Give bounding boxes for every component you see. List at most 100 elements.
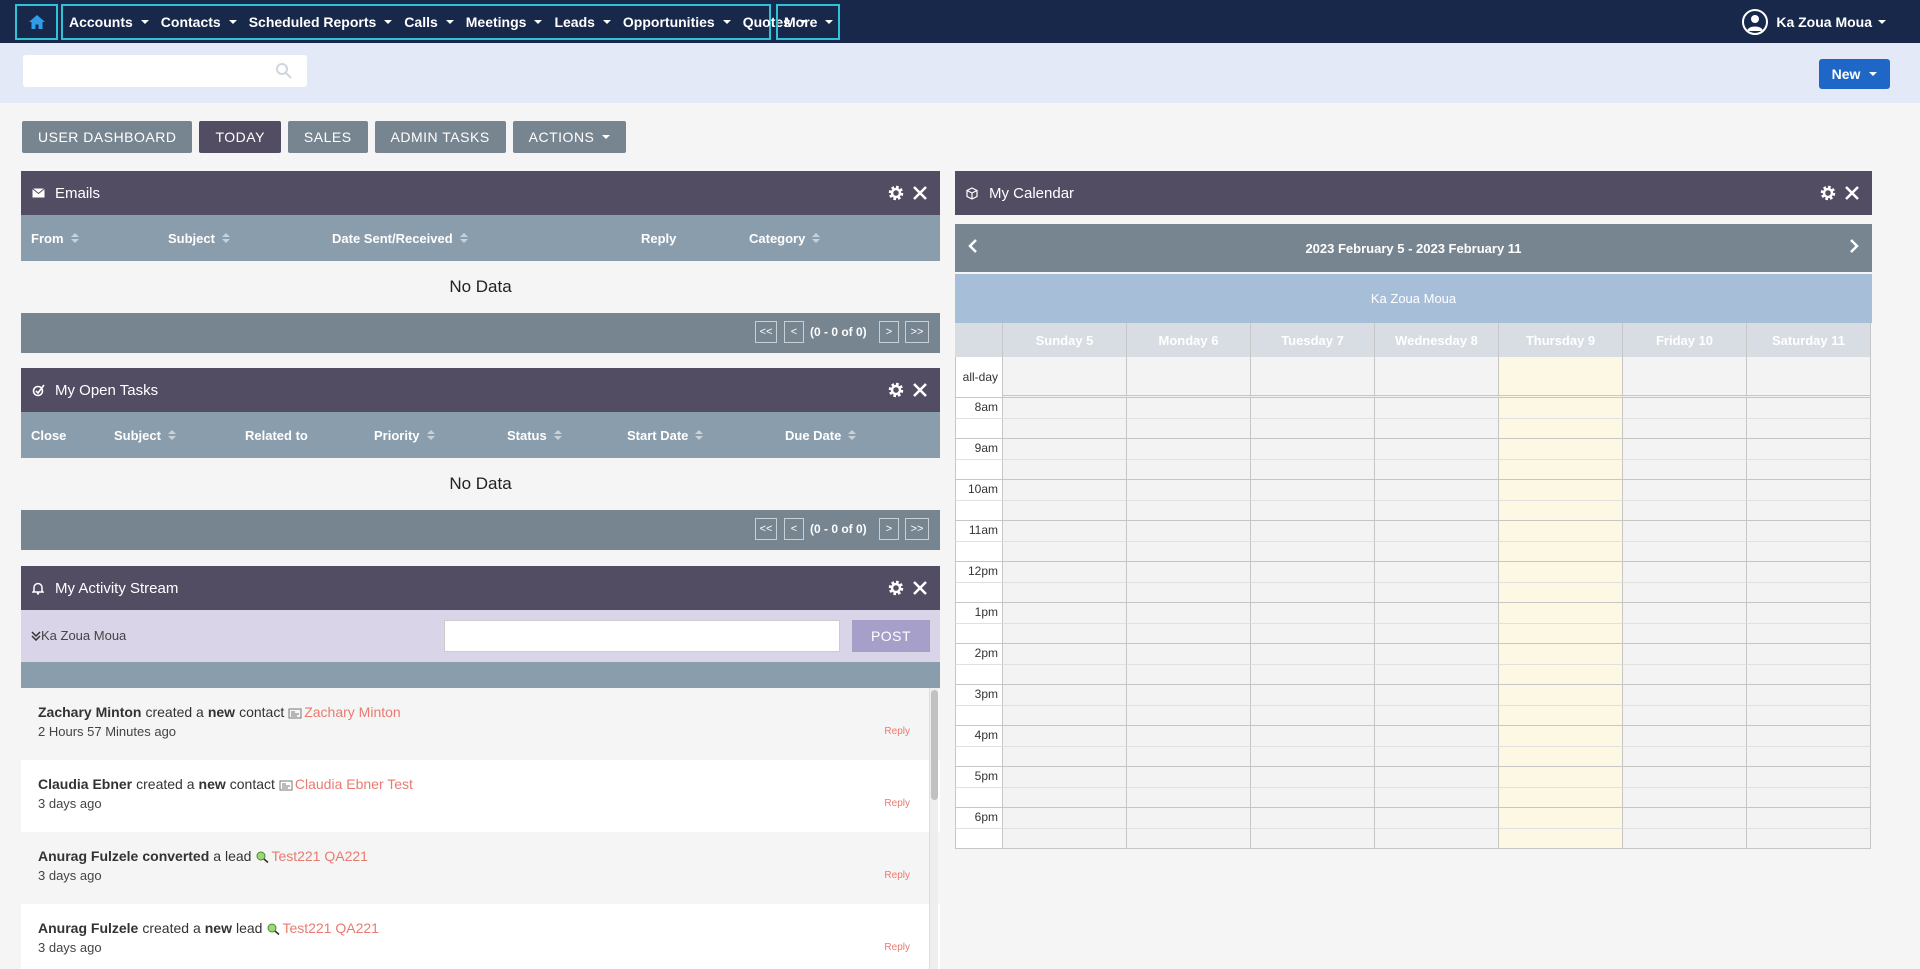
calendar-day-header[interactable]: Sunday 5 xyxy=(1003,323,1127,357)
calendar-slot[interactable] xyxy=(1623,603,1747,624)
calendar-slot[interactable] xyxy=(1499,828,1623,849)
calendar-slot[interactable] xyxy=(1003,459,1127,480)
calendar-slot[interactable] xyxy=(1251,623,1375,644)
calendar-slot[interactable] xyxy=(1747,459,1871,480)
calendar-day-header[interactable]: Thursday 9 xyxy=(1499,323,1623,357)
calendar-day-header[interactable]: Wednesday 8 xyxy=(1375,323,1499,357)
calendar-slot[interactable] xyxy=(1623,746,1747,767)
nav-item-meetings[interactable]: Meetings xyxy=(460,6,549,38)
calendar-slot[interactable] xyxy=(1003,500,1127,521)
calendar-slot[interactable] xyxy=(1375,664,1499,685)
calendar-slot[interactable] xyxy=(1499,767,1623,788)
activity-actor[interactable]: Claudia Ebner xyxy=(38,776,132,792)
calendar-slot[interactable] xyxy=(1747,582,1871,603)
new-record-button[interactable]: New xyxy=(1819,59,1890,89)
tab-admin-tasks[interactable]: ADMIN TASKS xyxy=(374,121,506,153)
column-category[interactable]: Category xyxy=(749,231,821,246)
calendar-allday-cell[interactable] xyxy=(1499,357,1623,398)
scrollbar-thumb[interactable] xyxy=(931,690,938,800)
calendar-slot[interactable] xyxy=(1127,480,1251,501)
next-page-button[interactable]: > xyxy=(879,518,899,540)
calendar-slot[interactable] xyxy=(1127,828,1251,849)
calendar-slot[interactable] xyxy=(1747,705,1871,726)
calendar-slot[interactable] xyxy=(1499,418,1623,439)
nav-item-leads[interactable]: Leads xyxy=(548,6,616,38)
calendar-slot[interactable] xyxy=(1127,664,1251,685)
calendar-allday-cell[interactable] xyxy=(1375,357,1499,398)
calendar-slot[interactable] xyxy=(1747,418,1871,439)
calendar-slot[interactable] xyxy=(1747,726,1871,747)
calendar-slot[interactable] xyxy=(1623,582,1747,603)
calendar-slot[interactable] xyxy=(1003,644,1127,665)
nav-item-contacts[interactable]: Contacts xyxy=(155,6,243,38)
calendar-next-button[interactable] xyxy=(1848,238,1860,257)
reply-link[interactable]: Reply xyxy=(884,726,910,737)
calendar-slot[interactable] xyxy=(1623,562,1747,583)
calendar-slot[interactable] xyxy=(1623,664,1747,685)
calendar-slot[interactable] xyxy=(1499,398,1623,419)
nav-item-opportunities[interactable]: Opportunities xyxy=(617,6,737,38)
calendar-slot[interactable] xyxy=(1375,644,1499,665)
calendar-slot[interactable] xyxy=(1251,541,1375,562)
reply-link[interactable]: Reply xyxy=(884,798,910,809)
calendar-slot[interactable] xyxy=(1623,418,1747,439)
prev-page-button[interactable]: < xyxy=(784,518,804,540)
calendar-slot[interactable] xyxy=(1127,767,1251,788)
calendar-slot[interactable] xyxy=(1623,685,1747,706)
calendar-slot[interactable] xyxy=(1251,685,1375,706)
column-status[interactable]: Status xyxy=(507,428,562,443)
calendar-slot[interactable] xyxy=(1127,726,1251,747)
calendar-slot[interactable] xyxy=(1127,623,1251,644)
gear-icon[interactable] xyxy=(886,578,906,598)
prev-page-button[interactable]: < xyxy=(784,321,804,343)
search-icon[interactable] xyxy=(275,62,293,80)
calendar-slot[interactable] xyxy=(1003,705,1127,726)
calendar-slot[interactable] xyxy=(1127,644,1251,665)
calendar-slot[interactable] xyxy=(1003,767,1127,788)
calendar-slot[interactable] xyxy=(1251,582,1375,603)
calendar-slot[interactable] xyxy=(1375,459,1499,480)
calendar-slot[interactable] xyxy=(1375,582,1499,603)
close-icon[interactable] xyxy=(910,183,930,203)
calendar-allday-cell[interactable] xyxy=(1623,357,1747,398)
calendar-slot[interactable] xyxy=(1127,541,1251,562)
calendar-day-header[interactable]: Saturday 11 xyxy=(1747,323,1871,357)
calendar-slot[interactable] xyxy=(1003,746,1127,767)
calendar-slot[interactable] xyxy=(1003,726,1127,747)
calendar-slot[interactable] xyxy=(1499,685,1623,706)
calendar-slot[interactable] xyxy=(1375,623,1499,644)
calendar-slot[interactable] xyxy=(1251,828,1375,849)
calendar-slot[interactable] xyxy=(1747,398,1871,419)
reply-link[interactable]: Reply xyxy=(884,870,910,881)
calendar-slot[interactable] xyxy=(1375,418,1499,439)
calendar-slot[interactable] xyxy=(1127,787,1251,808)
calendar-slot[interactable] xyxy=(1623,480,1747,501)
calendar-slot[interactable] xyxy=(1499,480,1623,501)
tab-today[interactable]: TODAY xyxy=(199,121,281,153)
calendar-slot[interactable] xyxy=(1251,664,1375,685)
calendar-slot[interactable] xyxy=(1251,418,1375,439)
activity-record-link[interactable]: Test221 QA221 xyxy=(271,848,368,864)
calendar-slot[interactable] xyxy=(1499,500,1623,521)
calendar-slot[interactable] xyxy=(1623,705,1747,726)
close-icon[interactable] xyxy=(1842,183,1862,203)
calendar-slot[interactable] xyxy=(1747,664,1871,685)
calendar-slot[interactable] xyxy=(1003,603,1127,624)
activity-actor[interactable]: Anurag Fulzele xyxy=(38,848,138,864)
calendar-slot[interactable] xyxy=(1375,726,1499,747)
calendar-slot[interactable] xyxy=(1623,808,1747,829)
tab-user-dashboard[interactable]: USER DASHBOARD xyxy=(22,121,193,153)
activity-scrollbar[interactable] xyxy=(929,688,938,969)
calendar-slot[interactable] xyxy=(1003,398,1127,419)
calendar-slot[interactable] xyxy=(1747,644,1871,665)
column-related-to[interactable]: Related to xyxy=(245,428,308,443)
calendar-slot[interactable] xyxy=(1251,562,1375,583)
calendar-slot[interactable] xyxy=(1127,521,1251,542)
calendar-slot[interactable] xyxy=(1375,480,1499,501)
calendar-slot[interactable] xyxy=(1003,808,1127,829)
column-reply[interactable]: Reply xyxy=(641,231,676,246)
calendar-slot[interactable] xyxy=(1127,562,1251,583)
calendar-prev-button[interactable] xyxy=(967,238,979,257)
calendar-slot[interactable] xyxy=(1747,500,1871,521)
more-menu[interactable]: More xyxy=(776,4,840,40)
